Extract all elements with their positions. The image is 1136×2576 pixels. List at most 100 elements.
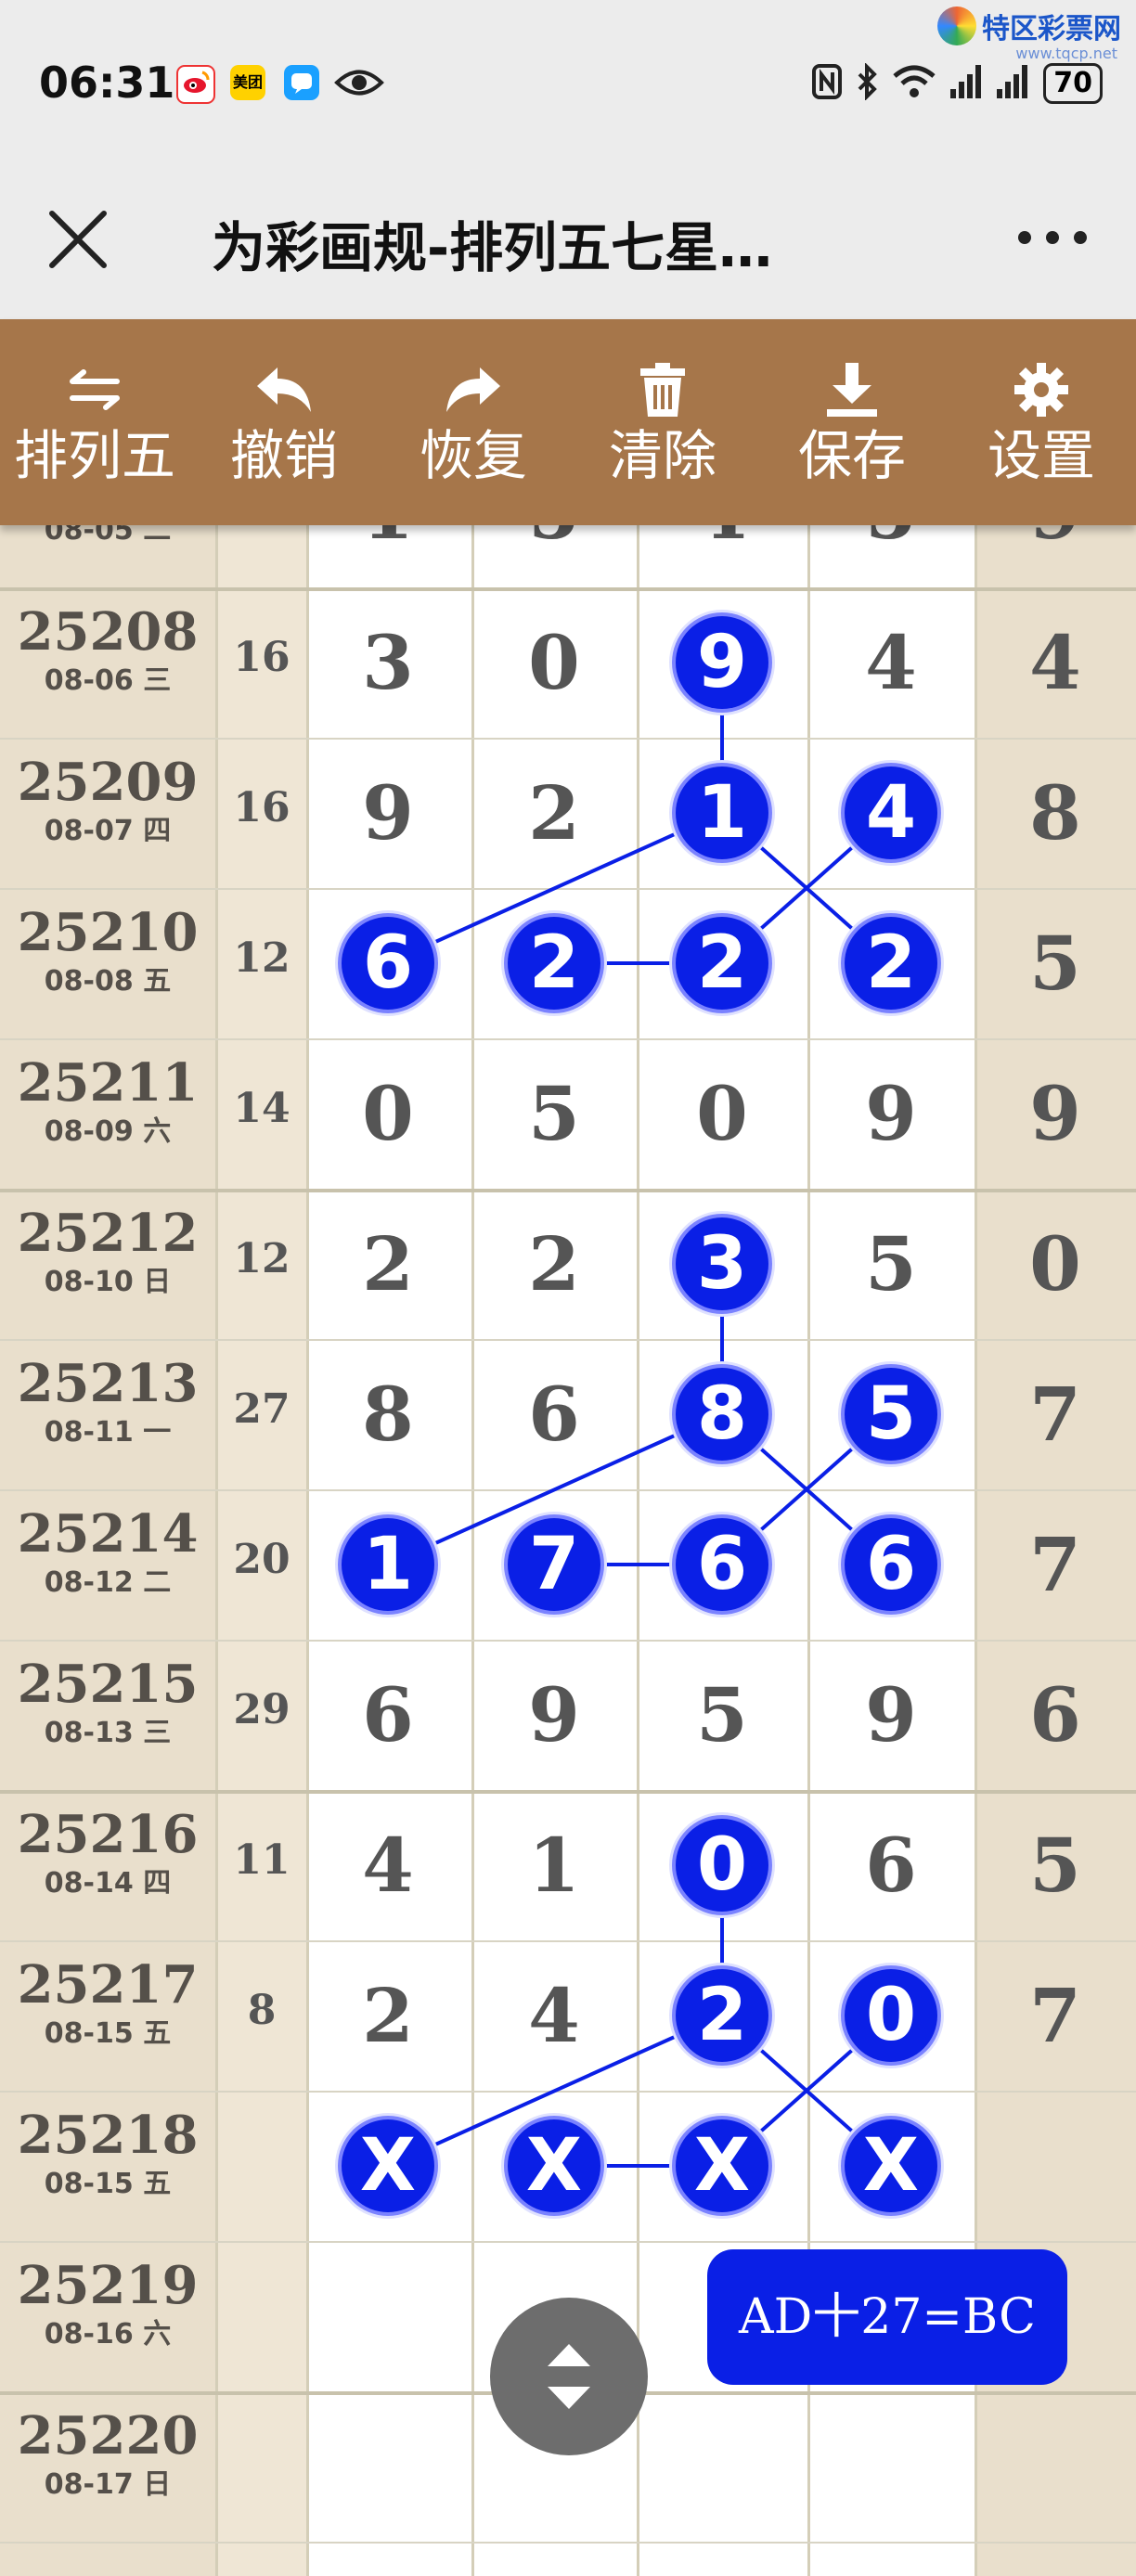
digit-cell[interactable]: 9 <box>845 1668 937 1761</box>
highlighted-digit[interactable]: X <box>845 2119 937 2212</box>
more-icon <box>1018 231 1087 244</box>
watermark-logo: 特区彩票网 <box>937 6 1121 46</box>
scroll-fab-button[interactable] <box>490 2298 648 2455</box>
digit-cell[interactable]: 8 <box>342 1368 434 1461</box>
draw-row: 2520708-05 二1515459 <box>0 525 1136 587</box>
digit-cell[interactable]: 5 <box>845 1217 937 1310</box>
highlighted-digit[interactable]: 6 <box>845 1518 937 1611</box>
highlighted-digit[interactable]: 6 <box>342 917 434 1010</box>
tool-label-undo: 撤销 <box>229 424 338 487</box>
draw-row: 25217 08-15 五824207 <box>0 1940 1136 2091</box>
period-date: 08-15 五 <box>44 2017 172 2050</box>
highlighted-digit[interactable]: 1 <box>676 766 768 859</box>
digit-cell[interactable]: 9 <box>508 1668 600 1761</box>
digit-cell[interactable]: 2 <box>342 1217 434 1310</box>
period-date: 08-05 二 <box>44 525 172 547</box>
highlighted-digit[interactable]: 2 <box>676 1969 768 2062</box>
period-cell: 25216 08-14 四 <box>0 1805 215 1903</box>
digit-cell[interactable]: 0 <box>508 616 600 709</box>
digit-cell[interactable]: 5 <box>508 1067 600 1160</box>
digit-cell[interactable]: 6 <box>508 1368 600 1461</box>
digit-cell[interactable]: 7 <box>1009 1368 1102 1461</box>
digit-cell[interactable]: 6 <box>1009 1668 1102 1761</box>
gear-icon <box>1014 363 1068 417</box>
close-button[interactable] <box>41 202 115 277</box>
digit-cell[interactable]: 2 <box>508 1217 600 1310</box>
highlighted-digit[interactable]: 9 <box>676 616 768 709</box>
digit-cell[interactable]: 5 <box>845 525 937 559</box>
digit-cell[interactable]: 0 <box>1009 1217 1102 1310</box>
period-number: 25215 <box>17 1654 199 1715</box>
draw-row: 25211 08-09 六 14 0 5 0 9 9 <box>0 1038 1136 1189</box>
digit-cell[interactable]: 5 <box>1009 917 1102 1010</box>
digit-cell[interactable]: 0 <box>342 1067 434 1160</box>
undo-button[interactable]: 撤销 <box>189 319 379 525</box>
period-date: 08-10 日 <box>44 1266 172 1298</box>
highlighted-digit[interactable]: X <box>342 2119 434 2212</box>
digit-cell[interactable]: 8 <box>1009 766 1102 859</box>
highlighted-digit[interactable]: 2 <box>845 917 937 1010</box>
digit-cell[interactable]: 4 <box>845 616 937 709</box>
signal-icon-2 <box>997 65 1030 102</box>
digit-cell[interactable]: 4 <box>1009 616 1102 709</box>
period-number: 25217 <box>17 1954 199 2016</box>
digit-cell[interactable]: 0 <box>676 1067 768 1160</box>
digit-cell[interactable]: 4 <box>676 525 768 559</box>
tool-label-clear: 清除 <box>608 424 716 487</box>
digit-cell[interactable]: 2 <box>342 1969 434 2062</box>
grid-hline <box>0 2542 1136 2544</box>
draw-row: 25213 08-11 一 27 8 6 8 5 7 <box>0 1339 1136 1489</box>
digit-cell[interactable]: 7 <box>1009 1518 1102 1611</box>
highlighted-digit[interactable]: 0 <box>845 1969 937 2062</box>
period-cell: 25212 08-10 日 <box>0 1204 215 1302</box>
period-date: 08-17 日 <box>44 2468 172 2501</box>
switch-game-button[interactable]: 排列五 <box>0 319 189 525</box>
tool-label-redo: 恢复 <box>419 424 527 487</box>
highlighted-digit[interactable]: 5 <box>845 1368 937 1461</box>
period-cell: 25214 08-12 二 <box>0 1504 215 1603</box>
draw-row: 25218 08-15 五XXXX <box>0 2091 1136 2241</box>
highlighted-digit[interactable]: 0 <box>676 1819 768 1912</box>
highlighted-digit[interactable]: 8 <box>676 1368 768 1461</box>
sum-value: 20 <box>233 1536 290 1583</box>
period-cell: 25215 08-13 三 <box>0 1655 215 1753</box>
digit-cell[interactable]: 5 <box>676 1668 768 1761</box>
toolbar: 排列五 撤销 恢复 清除 保存 设置 <box>0 319 1136 525</box>
highlighted-digit[interactable]: 6 <box>676 1518 768 1611</box>
formula-box[interactable]: AD十27=BC <box>707 2249 1067 2385</box>
sum-value: 12 <box>233 1235 290 1282</box>
highlighted-digit[interactable]: 3 <box>676 1217 768 1310</box>
digit-cell[interactable]: 6 <box>342 1668 434 1761</box>
digit-cell[interactable]: 6 <box>845 1819 937 1912</box>
redo-button[interactable]: 恢复 <box>379 319 568 525</box>
period-date: 08-11 一 <box>44 1416 172 1449</box>
digit-cell[interactable]: 2 <box>508 766 600 859</box>
save-button[interactable]: 保存 <box>757 319 947 525</box>
digit-cell[interactable]: 9 <box>1009 1067 1102 1160</box>
highlighted-digit[interactable]: 7 <box>508 1518 600 1611</box>
period-number: 25209 <box>17 752 199 813</box>
period-cell: 25213 08-11 一 <box>0 1354 215 1452</box>
digit-cell[interactable]: 5 <box>1009 1819 1102 1912</box>
digit-cell[interactable]: 7 <box>1009 1969 1102 2062</box>
digit-cell[interactable]: 3 <box>342 616 434 709</box>
digit-cell[interactable]: 9 <box>1009 525 1102 559</box>
highlighted-digit[interactable]: 2 <box>508 917 600 1010</box>
highlighted-digit[interactable]: 4 <box>845 766 937 859</box>
clear-button[interactable]: 清除 <box>568 319 757 525</box>
digit-cell[interactable]: 9 <box>342 766 434 859</box>
highlighted-digit[interactable]: 1 <box>342 1518 434 1611</box>
draw-row: 25209 08-07 四 16 9 2 1 4 8 <box>0 738 1136 888</box>
digit-cell[interactable]: 9 <box>845 1067 937 1160</box>
digit-cell[interactable]: 4 <box>342 1819 434 1912</box>
digit-cell[interactable]: 5 <box>508 525 600 559</box>
highlighted-digit[interactable]: X <box>676 2119 768 2212</box>
highlighted-digit[interactable]: 2 <box>676 917 768 1010</box>
settings-button[interactable]: 设置 <box>947 319 1136 525</box>
digit-cell[interactable]: 1 <box>342 525 434 559</box>
more-button[interactable] <box>1015 204 1090 264</box>
digit-cell[interactable]: 4 <box>508 1969 600 2062</box>
digit-cell[interactable]: 1 <box>508 1819 600 1912</box>
highlighted-digit[interactable]: X <box>508 2119 600 2212</box>
nav-bar: 为彩画规-排列五七星… <box>0 167 1136 319</box>
